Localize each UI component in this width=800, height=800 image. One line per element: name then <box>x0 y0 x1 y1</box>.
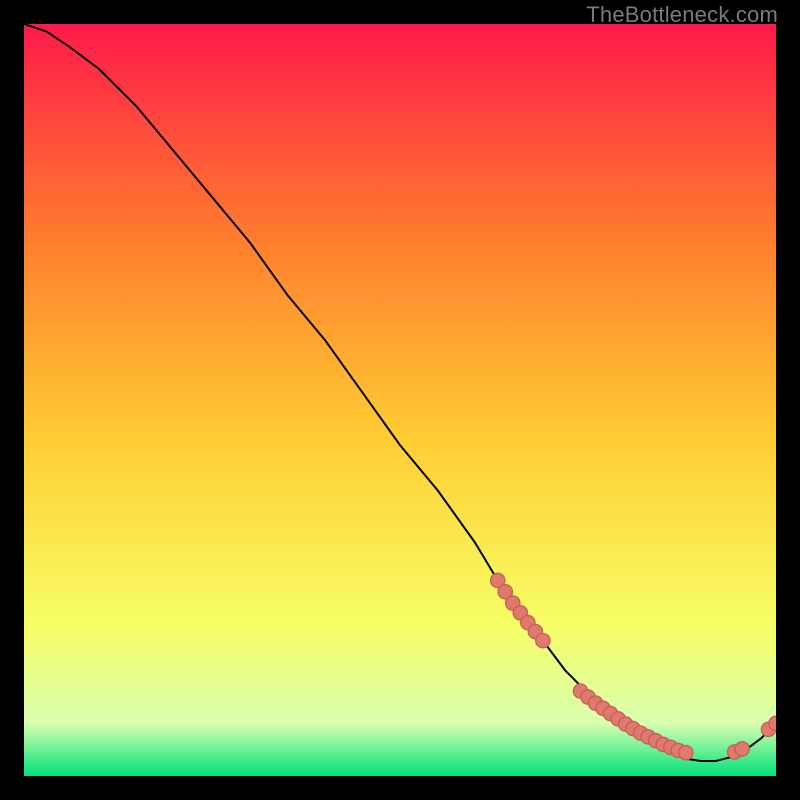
reference-point <box>679 746 693 760</box>
reference-point <box>536 633 550 647</box>
attribution-label: TheBottleneck.com <box>586 2 778 28</box>
gradient-background <box>24 24 776 776</box>
reference-point <box>735 742 749 756</box>
bottleneck-chart <box>24 24 776 776</box>
